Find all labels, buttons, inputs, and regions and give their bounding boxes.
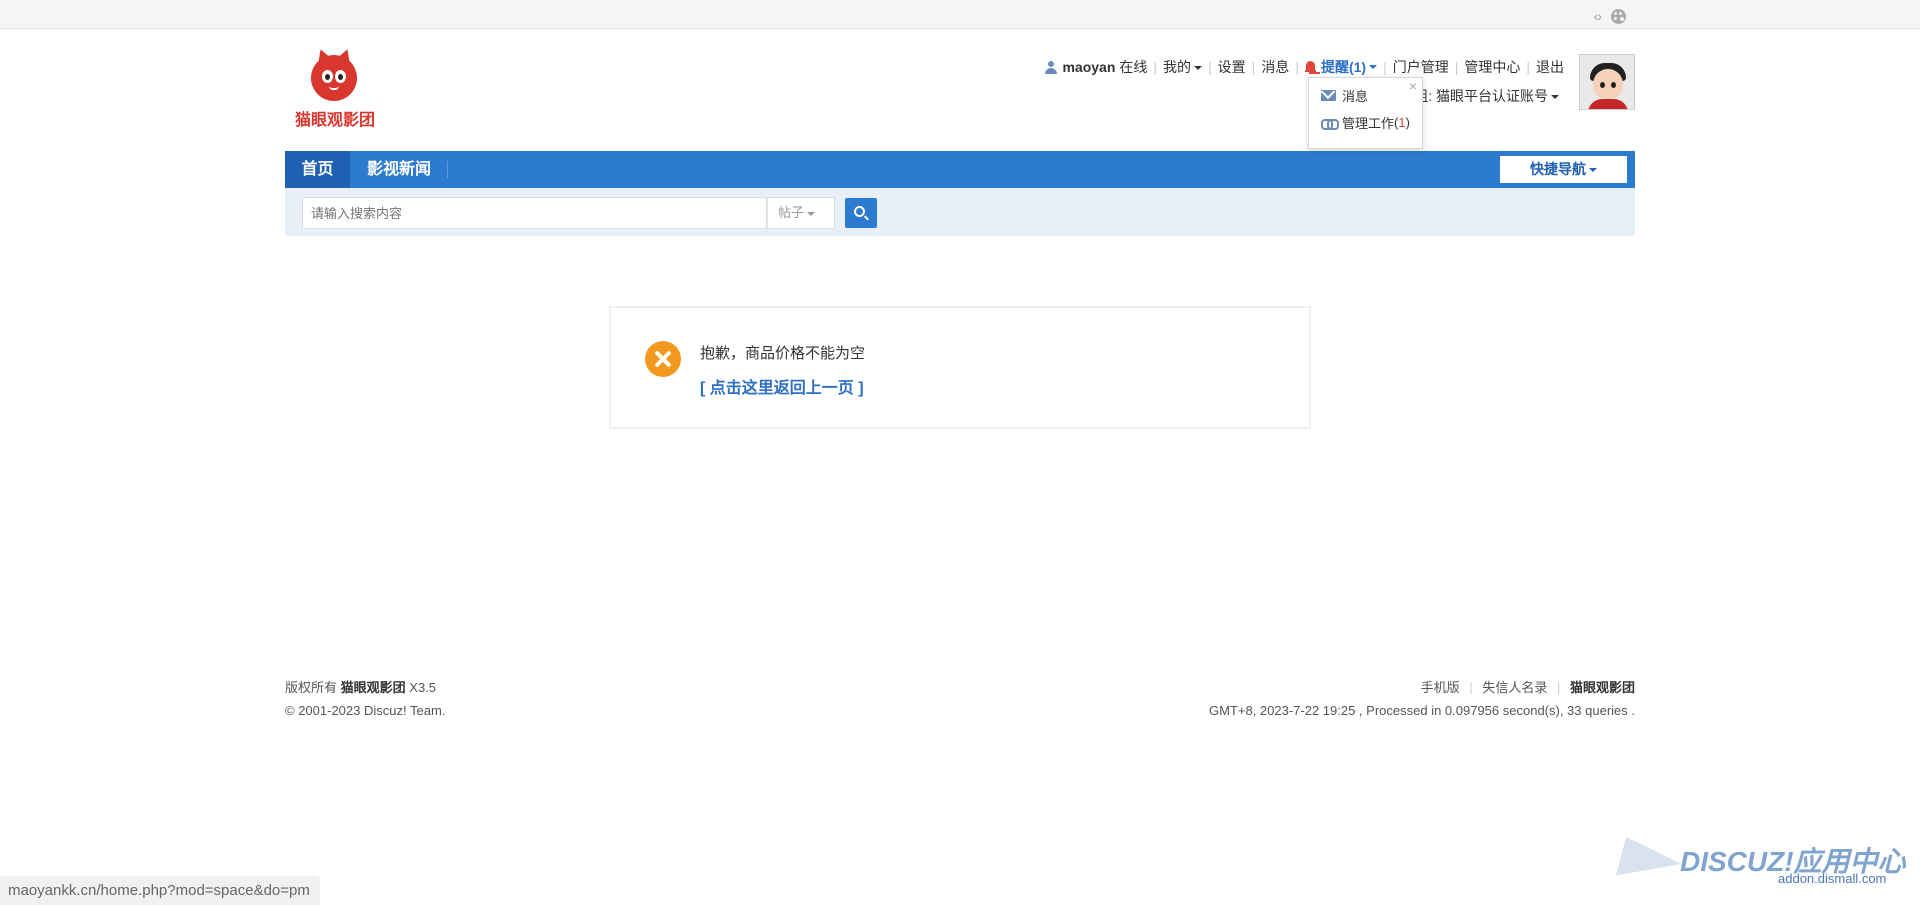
main-nav: 首页 影视新闻 快捷导航 <box>285 151 1635 188</box>
copyright-years: © 2001-2023 <box>285 703 361 718</box>
separator: | <box>1208 59 1212 75</box>
separator: | <box>1383 59 1387 75</box>
copyright-prefix: 版权所有 <box>285 680 338 695</box>
popup-item-messages[interactable]: 消息 <box>1321 86 1368 105</box>
footer-debug-info: GMT+8, 2023-7-22 19:25 , Processed in 0.… <box>1208 703 1635 718</box>
logout-link[interactable]: 退出 <box>1536 57 1564 77</box>
search-type-label: 帖子 <box>778 205 805 220</box>
cat-logo-icon <box>311 55 357 101</box>
remind-popup: × 消息 管理工作(1) <box>1308 77 1423 149</box>
settings-link[interactable]: 设置 <box>1218 57 1246 77</box>
separator: | <box>1556 680 1561 695</box>
paper-plane-icon <box>1615 836 1685 892</box>
quick-nav-label: 快捷导航 <box>1530 161 1586 177</box>
tab-home[interactable]: 首页 <box>285 151 350 188</box>
popup-item-admin-work[interactable]: 管理工作(1) <box>1321 113 1410 132</box>
popup-item-label: 消息 <box>1342 89 1369 104</box>
footer-powered: © 2001-2023 Discuz! Team. <box>285 703 445 718</box>
count-paren: ) <box>1405 115 1410 130</box>
search-icon <box>854 206 865 217</box>
footer-link-mobile[interactable]: 手机版 <box>1421 680 1460 695</box>
usergroup-label: 组: 猫眼平台认证账号 <box>1414 88 1548 104</box>
chevron-down-icon <box>1551 95 1559 100</box>
separator: | <box>1469 680 1473 695</box>
messages-link[interactable]: 消息 <box>1261 57 1289 77</box>
user-icon <box>1045 60 1058 74</box>
footer-link-site[interactable]: 猫眼观影团 <box>1570 680 1635 695</box>
footer-site-name: 猫眼观影团 <box>340 680 406 695</box>
mail-icon <box>1321 90 1336 101</box>
avatar[interactable] <box>1579 54 1635 110</box>
tab-news[interactable]: 影视新闻 <box>350 151 448 188</box>
watermark: DISCUZ!应用中心 addon.dismall.com <box>1615 836 1910 892</box>
go-back-link[interactable]: [ 点击这里返回上一页 ] <box>700 374 864 398</box>
site-footer: 版权所有 猫眼观影团 X3.5 © 2001-2023 Discuz! Team… <box>285 675 1635 725</box>
footer-site-link[interactable]: 猫眼观影团 <box>341 680 406 695</box>
count-badge: 1 <box>1398 115 1406 130</box>
separator: | <box>1251 59 1256 75</box>
footer-links: 手机版 | 失信人名录 | 猫眼观影团 <box>1421 677 1635 696</box>
error-icon <box>645 341 681 377</box>
chevron-down-icon <box>807 211 816 216</box>
logo-text: 猫眼观影团 <box>294 112 375 129</box>
portal-admin-link[interactable]: 门户管理 <box>1393 57 1449 77</box>
separator: | <box>1153 59 1158 75</box>
close-icon[interactable]: × <box>1409 78 1417 94</box>
search-input[interactable] <box>302 197 767 229</box>
remind-label: 提醒(1) <box>1320 59 1367 75</box>
search-button[interactable] <box>845 198 877 228</box>
site-header: 猫眼观影团 maoyan 在线 | 我的 | 设置 | 消息 | 提醒(1) |… <box>285 29 1635 151</box>
remind-menu[interactable]: 提醒(1) <box>1304 57 1378 77</box>
footer-version: X3.5 <box>409 680 437 695</box>
palette-icon[interactable] <box>1611 8 1626 24</box>
browser-status-url: maoyankk.cn/home.php?mod=space&do=pm <box>0 876 320 905</box>
separator: | <box>1295 59 1299 75</box>
search-type-select[interactable]: 帖子 <box>767 197 835 229</box>
separator: | <box>1454 59 1459 75</box>
user-toolbar: maoyan 在线 | 我的 | 设置 | 消息 | 提醒(1) | 门户管理 … <box>1045 56 1564 78</box>
nav-divider <box>447 161 448 178</box>
bell-icon <box>1304 60 1316 74</box>
site-logo[interactable]: 猫眼观影团 <box>293 55 375 129</box>
usergroup-menu[interactable]: 组: 猫眼平台认证账号 <box>1414 86 1559 106</box>
footer-link-blacklist[interactable]: 失信人名录 <box>1482 680 1547 695</box>
top-toolbar: ‹› <box>0 0 1920 29</box>
separator: | <box>1526 59 1530 75</box>
mine-label: 我的 <box>1163 59 1192 75</box>
search-bar: 帖子 <box>285 188 1635 236</box>
error-text: 抱歉，商品价格不能为空 <box>700 345 866 362</box>
chevron-down-icon <box>1194 66 1203 71</box>
footer-copyright: 版权所有 猫眼观影团 X3.5 <box>285 677 436 696</box>
watermark-domain: addon.dismall.com <box>1778 871 1887 886</box>
quick-nav-button[interactable]: 快捷导航 <box>1500 156 1627 183</box>
username-link[interactable]: maoyan <box>1062 59 1115 75</box>
mine-menu[interactable]: 我的 <box>1163 57 1203 77</box>
chevron-down-icon <box>1369 65 1378 69</box>
online-status[interactable]: 在线 <box>1119 57 1147 77</box>
popup-item-label: 管理工作 <box>1342 116 1395 131</box>
discuz-team-link[interactable]: Discuz! Team. <box>364 703 445 718</box>
error-message-box: 抱歉，商品价格不能为空 [ 点击这里返回上一页 ] <box>609 306 1311 429</box>
admin-center-link[interactable]: 管理中心 <box>1464 57 1520 77</box>
chevron-down-icon <box>1589 168 1597 173</box>
footer-link-site-label: 猫眼观影团 <box>1569 680 1635 695</box>
code-view-icon[interactable]: ‹› <box>1594 8 1602 24</box>
link-icon <box>1321 118 1339 130</box>
